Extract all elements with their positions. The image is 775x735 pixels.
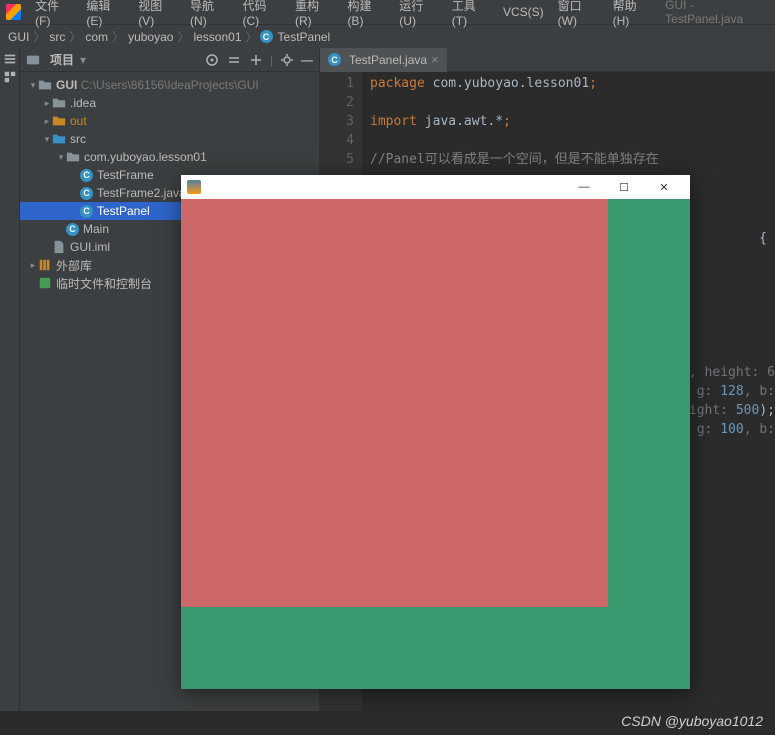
chevron-icon: 〉 [67,28,83,45]
file-icon [52,240,66,254]
tree-package[interactable]: ▾com.yuboyao.lesson01 [20,148,319,166]
intellij-icon [6,4,21,20]
chevron-icon: 〉 [110,28,126,45]
class-icon: C [80,169,93,182]
tree-out[interactable]: ▸out [20,112,319,130]
dropdown-icon[interactable]: ▾ [80,53,86,67]
breadcrumb: GUI 〉 src 〉 com 〉 yuboyao 〉 lesson01 〉 C… [0,24,775,48]
java-panel [181,199,608,607]
menu-run[interactable]: 运行(U) [399,0,437,28]
menu-edit[interactable]: 编辑(E) [86,0,124,28]
menu-help[interactable]: 帮助(H) [613,0,651,28]
tree-root[interactable]: ▾GUI C:\Users\86156\IdeaProjects\GUI [20,76,319,94]
chevron-icon: 〉 [244,28,260,45]
maximize-button[interactable]: ☐ [604,175,644,199]
titlebar: 文件(F) 编辑(E) 视图(V) 导航(N) 代码(C) 重构(R) 构建(B… [0,0,775,24]
hide-icon[interactable]: — [301,53,313,67]
class-icon: C [80,187,93,200]
project-tool-icon[interactable] [3,52,17,66]
menu-build[interactable]: 构建(B) [347,0,385,28]
class-icon: C [260,30,273,43]
library-icon [38,258,52,272]
tree-src[interactable]: ▾src [20,130,319,148]
menu-window[interactable]: 窗口(W) [558,0,599,28]
crumb-lesson01[interactable]: lesson01 [191,30,243,44]
java-frame-content [181,199,690,689]
project-icon [26,53,40,67]
editor-tabs: C TestPanel.java × [320,48,775,72]
minimize-button[interactable]: — [564,175,604,199]
watermark: CSDN @yuboyao1012 [621,713,763,729]
crumb-com[interactable]: com [83,30,110,44]
menu-file[interactable]: 文件(F) [35,0,72,28]
chevron-icon: 〉 [175,28,191,45]
menu-vcs[interactable]: VCS(S) [503,5,544,19]
expand-all-icon[interactable] [226,52,242,68]
java-titlebar[interactable]: — ☐ ✕ [181,175,690,199]
window-title: GUI - TestPanel.java [665,0,769,26]
crumb-testpanel[interactable]: TestPanel [276,30,333,44]
menu-refactor[interactable]: 重构(R) [295,0,333,28]
class-icon: C [66,223,79,236]
chevron-icon: 〉 [31,28,47,45]
close-icon[interactable]: × [431,52,439,67]
menu-tools[interactable]: 工具(T) [452,0,489,28]
menu-navigate[interactable]: 导航(N) [190,0,228,28]
java-icon [187,180,201,194]
tab-testpanel[interactable]: C TestPanel.java × [320,48,447,72]
class-icon: C [328,53,341,66]
structure-tool-icon[interactable] [3,70,17,84]
tree-idea[interactable]: ▸.idea [20,94,319,112]
sidebar-header: 项目 ▾ | — [20,48,319,72]
scratches-icon [38,276,52,290]
crumb-yuboyao[interactable]: yuboyao [126,30,175,44]
tool-gutter [0,48,20,711]
sidebar-title: 项目 [50,51,74,68]
java-app-window[interactable]: — ☐ ✕ [181,175,690,689]
menu-code[interactable]: 代码(C) [243,0,281,28]
menu-view[interactable]: 视图(V) [138,0,176,28]
class-icon: C [80,205,93,218]
gear-icon[interactable] [279,52,295,68]
collapse-all-icon[interactable] [248,52,264,68]
crumb-src[interactable]: src [47,30,67,44]
locate-icon[interactable] [204,52,220,68]
crumb-gui[interactable]: GUI [6,30,31,44]
close-button[interactable]: ✕ [644,175,684,199]
